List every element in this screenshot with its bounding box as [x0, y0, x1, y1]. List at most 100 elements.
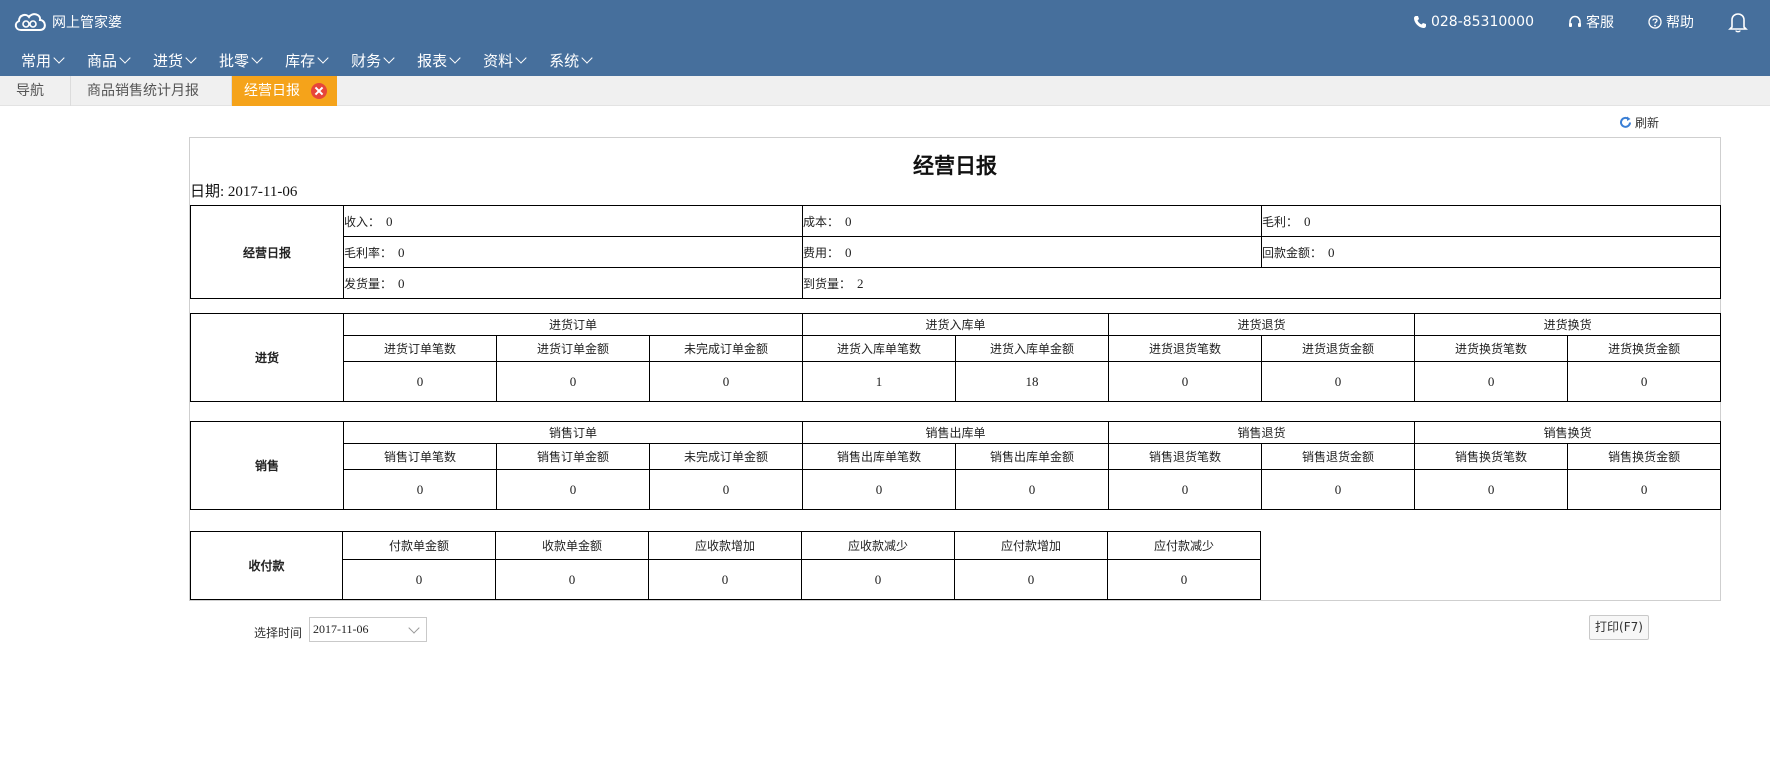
menu-reports[interactable]: 报表 [417, 50, 461, 71]
app-logo[interactable]: 网上管家婆 [12, 10, 122, 34]
ship-cell: 发货量： 0 [343, 267, 803, 299]
value-cell: 0 [1414, 469, 1569, 510]
cost-cell: 成本： 0 [802, 205, 1262, 237]
date-select[interactable]: 2017-11-06 [309, 617, 427, 642]
date-label: 日期: [190, 184, 225, 200]
column-header: 应收款减少 [801, 531, 955, 560]
value-cell: 0 [496, 361, 650, 402]
arrive-cell: 到货量： 2 [802, 267, 1721, 299]
menu-label: 财务 [351, 51, 382, 70]
refresh-label: 刷新 [1635, 116, 1660, 130]
phone-number: 028-85310000 [1430, 14, 1534, 30]
menu-inventory[interactable]: 库存 [285, 50, 329, 71]
menu-label: 常用 [21, 51, 52, 70]
report-date: 日期: 2017-11-06 [190, 180, 297, 201]
value-cell: 0 [1567, 361, 1722, 402]
customer-service-link[interactable]: 客服 [1568, 12, 1614, 32]
summary-header: 经营日报 [190, 205, 344, 299]
menu-purchase[interactable]: 进货 [153, 50, 197, 71]
chevron-down-icon [185, 51, 197, 64]
value-cell: 0 [955, 469, 1110, 510]
column-header: 收款单金额 [495, 531, 649, 560]
column-header: 未完成订单金额 [648, 335, 804, 362]
menu-finance[interactable]: 财务 [351, 50, 395, 71]
group-header: 进货入库单 [802, 313, 1110, 336]
value-cell: 0 [1108, 361, 1263, 402]
top-bar: 网上管家婆 028-85310000 客服 帮助 [0, 0, 1770, 44]
margin-value: 0 [398, 244, 405, 260]
expense-cell: 费用： 0 [802, 236, 1262, 268]
group-header: 销售退货 [1108, 421, 1416, 444]
column-header: 应收款增加 [648, 531, 802, 560]
main-menu: 常用 商品 进货 批零 库存 财务 报表 资料 系统 [0, 44, 1770, 76]
expense-value: 0 [845, 244, 852, 260]
income-label: 收入： [344, 214, 381, 229]
group-header: 销售出库单 [802, 421, 1110, 444]
print-button[interactable]: 打印(F7) [1589, 615, 1649, 640]
menu-label: 资料 [483, 51, 514, 70]
column-header: 进货退货金额 [1261, 335, 1416, 362]
value-cell: 0 [343, 361, 497, 402]
chevron-down-icon [581, 51, 593, 64]
menu-goods[interactable]: 商品 [87, 50, 131, 71]
menu-system[interactable]: 系统 [549, 50, 593, 71]
refund-label: 回款金额： [1262, 245, 1323, 260]
value-cell: 0 [1414, 361, 1569, 402]
bell-icon[interactable] [1728, 11, 1748, 33]
menu-label: 商品 [87, 51, 118, 70]
refund-cell: 回款金额： 0 [1261, 236, 1721, 268]
app-name: 网上管家婆 [52, 15, 122, 31]
value-cell: 0 [648, 361, 804, 402]
purchase-table: 进货 进货订单 进货入库单 进货退货 进货换货 进货订单笔数 进货订单金额 未完… [190, 313, 1722, 402]
arrive-label: 到货量： [803, 276, 852, 291]
column-header: 进货换货金额 [1567, 335, 1722, 362]
value-cell: 0 [1567, 469, 1722, 510]
chevron-down-icon [251, 51, 263, 64]
group-header: 进货换货 [1414, 313, 1722, 336]
value-cell: 0 [495, 559, 649, 600]
chevron-down-icon [383, 51, 395, 64]
service-label: 客服 [1586, 15, 1614, 31]
summary-table: 经营日报 收入： 0 成本： 0 毛利： 0 毛利率： 0 费用： 0 回款金额： 0 发货… [190, 205, 1721, 299]
help-link[interactable]: 帮助 [1648, 12, 1694, 32]
help-icon [1648, 15, 1662, 29]
column-header: 销售订单金额 [496, 443, 650, 470]
daily-report: 经营日报 日期: 2017-11-06 经营日报 收入： 0 成本： 0 毛利： 0 … [189, 137, 1722, 601]
date-value: 2017-11-06 [227, 184, 298, 200]
gross-value: 0 [1304, 213, 1311, 229]
chevron-down-icon [515, 51, 527, 64]
payments-table: 收付款 付款单金额 收款单金额 应收款增加 应收款减少 应付款增加 应付款减少 … [190, 531, 1261, 600]
menu-data[interactable]: 资料 [483, 50, 527, 71]
cloud-logo-icon [14, 13, 46, 31]
menu-retail[interactable]: 批零 [219, 50, 263, 71]
sales-header: 销售 [190, 421, 344, 510]
value-cell: 18 [955, 361, 1110, 402]
income-value: 0 [386, 213, 393, 229]
gross-label: 毛利： [1262, 214, 1299, 229]
tab-monthly-sales-report[interactable]: 商品销售统计月报 [71, 76, 232, 106]
phone-link[interactable]: 028-85310000 [1413, 14, 1534, 30]
date-select-value: 2017-11-06 [313, 622, 369, 636]
refresh-icon [1620, 116, 1631, 128]
tab-navigation[interactable]: 导航 [0, 76, 71, 106]
value-cell: 0 [648, 559, 802, 600]
refresh-button[interactable]: 刷新 [1619, 114, 1659, 131]
arrive-value: 2 [857, 275, 864, 291]
tab-label: 经营日报 [244, 83, 300, 99]
purchase-header: 进货 [190, 313, 344, 402]
gross-cell: 毛利： 0 [1261, 205, 1721, 237]
group-header: 进货退货 [1108, 313, 1416, 336]
chevron-down-icon [317, 51, 329, 64]
value-cell: 0 [954, 559, 1108, 600]
value-cell: 1 [802, 361, 957, 402]
menu-label: 批零 [219, 51, 250, 70]
tab-bar: 导航 商品销售统计月报 经营日报 [0, 76, 1770, 106]
payments-header: 收付款 [190, 531, 343, 600]
close-icon[interactable] [311, 83, 327, 99]
margin-label: 毛利率： [344, 245, 393, 260]
column-header: 销售换货笔数 [1414, 443, 1569, 470]
tab-daily-business-report[interactable]: 经营日报 [232, 76, 337, 106]
menu-common[interactable]: 常用 [21, 50, 65, 71]
column-header: 销售退货笔数 [1108, 443, 1263, 470]
column-header: 进货订单金额 [496, 335, 650, 362]
